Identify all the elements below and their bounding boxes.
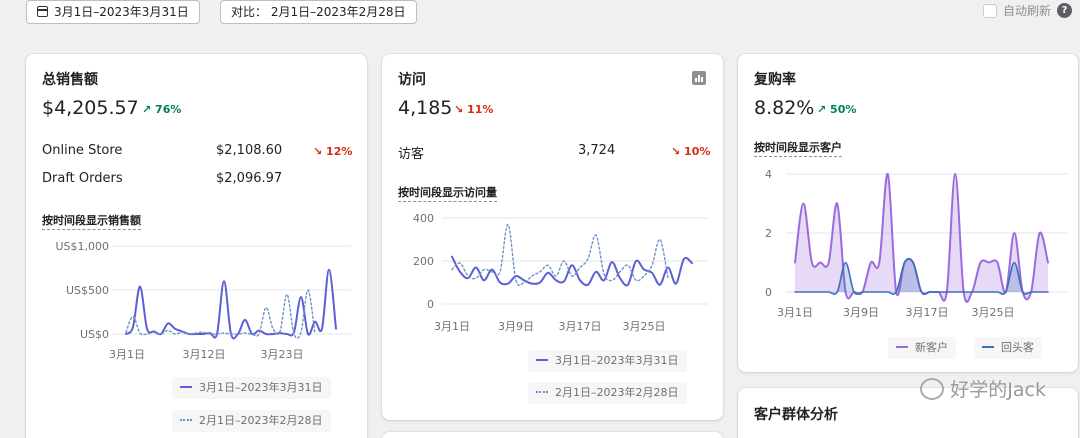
legend-current-swatch bbox=[180, 386, 192, 388]
watermark: 好学的Jack bbox=[920, 375, 1046, 402]
watermark-text: 好学的Jack bbox=[950, 379, 1046, 401]
draft-orders-value: $2,096.97 bbox=[216, 171, 283, 186]
visits-value: 4,185 bbox=[398, 97, 453, 119]
legend-new-swatch bbox=[896, 346, 908, 348]
compare-button[interactable]: 对比： 2月1日–2023年2月28日 bbox=[220, 0, 417, 24]
legend-current[interactable]: 3月1日–2023年3月31日 bbox=[172, 377, 331, 399]
y-tick-label: US$0 bbox=[80, 328, 109, 341]
x-tick-label: 3月17日 bbox=[559, 320, 602, 333]
auto-refresh-checkbox[interactable] bbox=[982, 3, 997, 18]
card-title: 总销售额 bbox=[42, 72, 98, 88]
section-label: 按时间段显示客户 bbox=[754, 139, 842, 157]
sales-chart: US$1,000 US$500 US$03月1日 3月12日 3月23日 bbox=[55, 240, 351, 361]
repurchase-value: 8.82% bbox=[754, 97, 815, 119]
visits-delta: ↘ 11% bbox=[454, 103, 494, 116]
draft-orders-label: Draft Orders bbox=[42, 171, 123, 186]
y-tick-label: 4 bbox=[765, 168, 772, 181]
visitors-value: 3,724 bbox=[578, 143, 616, 158]
series-line-0 bbox=[125, 268, 337, 340]
y-tick-label: US$500 bbox=[66, 284, 109, 297]
x-tick-label: 3月25日 bbox=[623, 320, 666, 333]
section-label: 按时间段显示访问量 bbox=[398, 184, 497, 202]
y-tick-label: 400 bbox=[413, 212, 434, 225]
total-sales-delta: ↗ 76% bbox=[142, 103, 182, 116]
date-range-label: 3月1日–2023年3月31日 bbox=[54, 5, 189, 19]
auto-refresh-label: 自动刷新 bbox=[1002, 4, 1051, 18]
help-icon[interactable]: ? bbox=[1057, 3, 1072, 18]
y-tick-label: US$1,000 bbox=[55, 240, 109, 253]
visits-card: 访问 4,185 ↘ 11% 访客 3,724 ↘ 10% 按时间段显示访问量 … bbox=[382, 54, 723, 420]
online-store-delta: ↘ 12% bbox=[313, 145, 353, 158]
online-store-value: $2,108.60 bbox=[216, 143, 283, 158]
y-tick-label: 0 bbox=[427, 298, 434, 311]
y-tick-label: 2 bbox=[765, 227, 772, 240]
card-title: 客户群体分析 bbox=[754, 407, 838, 423]
online-store-label: Online Store bbox=[42, 143, 123, 158]
repurchase-card: 复购率 8.82% ↗ 50% 按时间段显示客户 4 2 0 3月1日 3月9日 3月17… bbox=[738, 54, 1078, 372]
legend-previous-swatch bbox=[536, 391, 548, 393]
x-tick-label: 3月9日 bbox=[843, 306, 879, 319]
card-stub bbox=[382, 432, 723, 438]
y-tick-label: 200 bbox=[413, 255, 434, 268]
visitors-label: 访客 bbox=[398, 147, 425, 162]
calendar-icon bbox=[37, 6, 48, 17]
x-tick-label: 3月1日 bbox=[109, 348, 145, 361]
total-sales-card: 总销售额 $4,205.57 ↗ 76% Online Store $2,108… bbox=[26, 54, 367, 438]
y-tick-label: 0 bbox=[765, 286, 772, 299]
legend-previous[interactable]: 2月1日–2023年2月28日 bbox=[528, 382, 687, 404]
x-tick-label: 3月9日 bbox=[498, 320, 534, 333]
x-tick-label: 3月1日 bbox=[777, 306, 813, 319]
visits-chart: 400 200 03月1日 3月9日 3月17日 3月25日 bbox=[413, 212, 708, 333]
wechat-icon bbox=[920, 377, 945, 400]
section-label: 按时间段显示销售额 bbox=[42, 212, 141, 230]
repurchase-delta: ↗ 50% bbox=[817, 103, 857, 116]
legend-returning[interactable]: 回头客 bbox=[974, 337, 1042, 359]
auto-refresh: 自动刷新 ? bbox=[982, 2, 1072, 19]
legend-returning-swatch bbox=[982, 346, 994, 348]
chart-icon[interactable] bbox=[692, 71, 706, 85]
x-tick-label: 3月23日 bbox=[261, 348, 304, 361]
x-tick-label: 3月17日 bbox=[906, 306, 949, 319]
date-range-button[interactable]: 3月1日–2023年3月31日 bbox=[26, 0, 200, 24]
customers-chart: 4 2 0 3月1日 3月9日 3月17日 3月25日 bbox=[765, 168, 1068, 319]
card-title: 访问 bbox=[398, 72, 426, 88]
visitors-delta: ↘ 10% bbox=[671, 145, 711, 158]
card-title: 复购率 bbox=[754, 72, 796, 88]
series-line-1 bbox=[451, 223, 669, 287]
compare-label: 对比： 2月1日–2023年2月28日 bbox=[231, 5, 406, 19]
legend-current-swatch bbox=[536, 359, 548, 361]
legend-current[interactable]: 3月1日–2023年3月31日 bbox=[528, 350, 687, 372]
legend-previous[interactable]: 2月1日–2023年2月28日 bbox=[172, 410, 331, 432]
toolbar: 3月1日–2023年3月31日 对比： 2月1日–2023年2月28日 自动刷新… bbox=[0, 0, 1080, 34]
x-tick-label: 3月25日 bbox=[972, 306, 1015, 319]
x-tick-label: 3月12日 bbox=[183, 348, 226, 361]
legend-previous-swatch bbox=[180, 419, 192, 421]
x-tick-label: 3月1日 bbox=[434, 320, 470, 333]
total-sales-value: $4,205.57 bbox=[42, 97, 139, 119]
legend-new[interactable]: 新客户 bbox=[888, 337, 956, 359]
